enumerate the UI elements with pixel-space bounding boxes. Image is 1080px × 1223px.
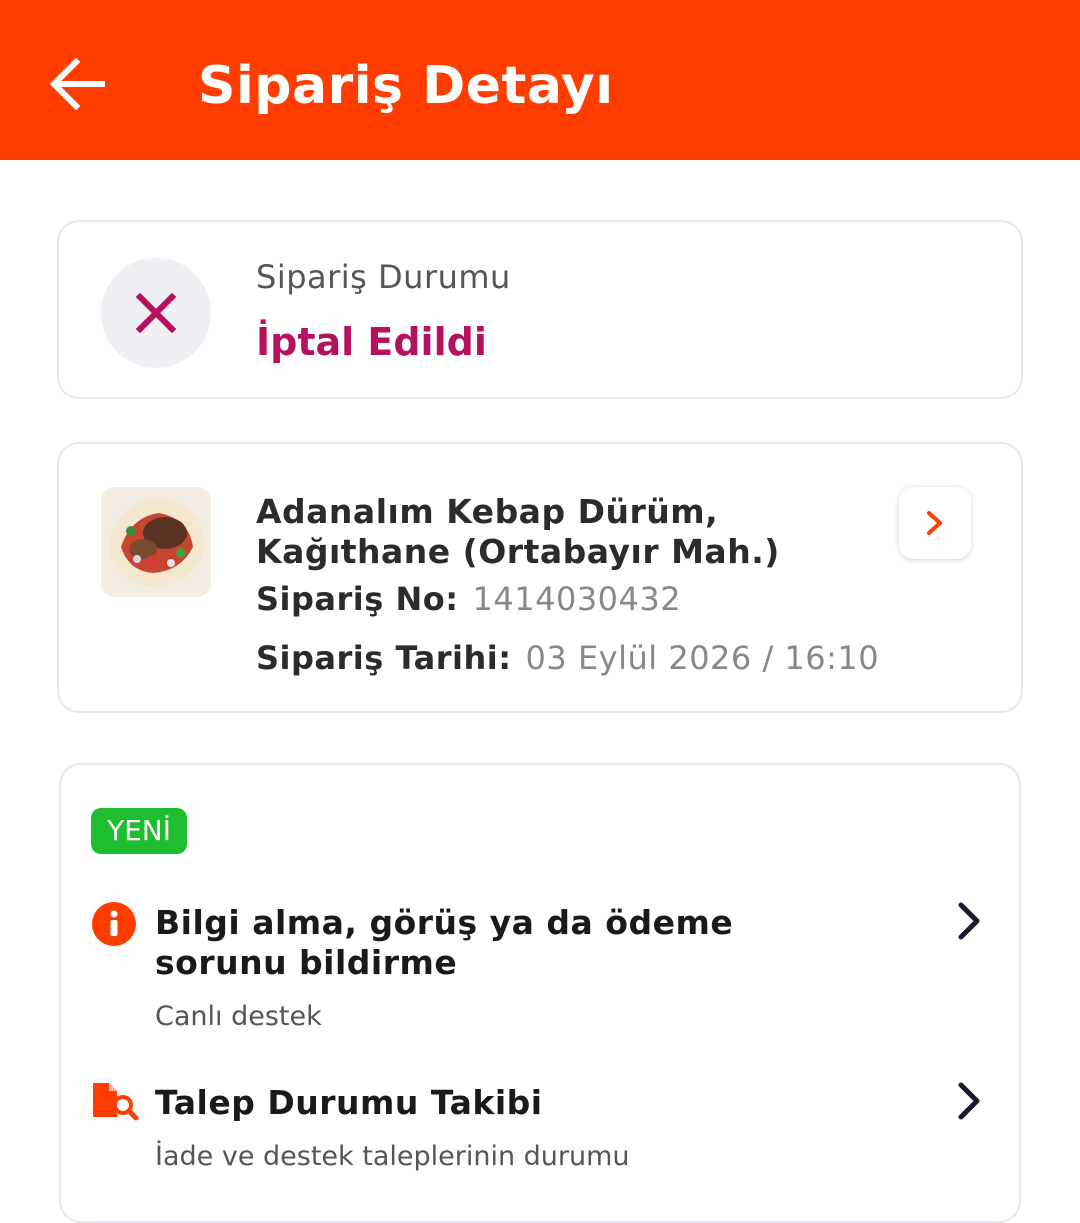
restaurant-image <box>101 487 211 597</box>
order-date-value: 03 Eylül 2026 / 16:10 <box>525 639 880 677</box>
back-button[interactable] <box>46 52 110 116</box>
order-number-value: 1414030432 <box>472 580 682 618</box>
status-icon-circle <box>101 258 211 368</box>
chevron-right-icon <box>958 1082 980 1120</box>
restaurant-name: Adanalım Kebap Dürüm, Kağıthane (Ortabay… <box>256 492 780 571</box>
order-date-label: Sipariş Tarihi: <box>256 639 512 677</box>
order-number-label: Sipariş No: <box>256 580 459 618</box>
live-support-title: Bilgi alma, görüş ya da ödeme sorunu bil… <box>155 903 734 982</box>
order-number-row: Sipariş No: 1414030432 <box>256 580 681 618</box>
request-tracking-item[interactable]: Talep Durumu Takibi İade ve destek talep… <box>61 1075 1021 1175</box>
support-card: YENİ Bilgi alma, görüş ya da ödeme sorun… <box>59 763 1021 1223</box>
cancelled-x-icon <box>136 293 176 333</box>
request-tracking-title: Talep Durumu Takibi <box>155 1083 543 1122</box>
chevron-right-icon <box>958 902 980 940</box>
live-support-item[interactable]: Bilgi alma, görüş ya da ödeme sorunu bil… <box>61 895 1021 1045</box>
request-tracking-subtitle: İade ve destek taleplerinin durumu <box>155 1141 630 1172</box>
order-info-card: Adanalım Kebap Dürüm, Kağıthane (Ortabay… <box>57 442 1023 713</box>
info-icon <box>92 902 136 946</box>
restaurant-detail-button[interactable] <box>899 487 971 559</box>
order-date-row: Sipariş Tarihi: 03 Eylül 2026 / 16:10 <box>256 639 879 677</box>
new-badge: YENİ <box>91 808 187 854</box>
page-title: Sipariş Detayı <box>198 56 614 116</box>
live-support-subtitle: Canlı destek <box>155 1001 322 1032</box>
document-search-icon <box>93 1083 139 1121</box>
status-value: İptal Edildi <box>256 320 487 364</box>
app-bar: Sipariş Detayı <box>0 0 1080 160</box>
status-label: Sipariş Durumu <box>256 258 511 296</box>
back-arrow-icon <box>49 57 105 111</box>
order-status-card: Sipariş Durumu İptal Edildi <box>57 220 1023 399</box>
chevron-right-icon <box>927 511 942 535</box>
